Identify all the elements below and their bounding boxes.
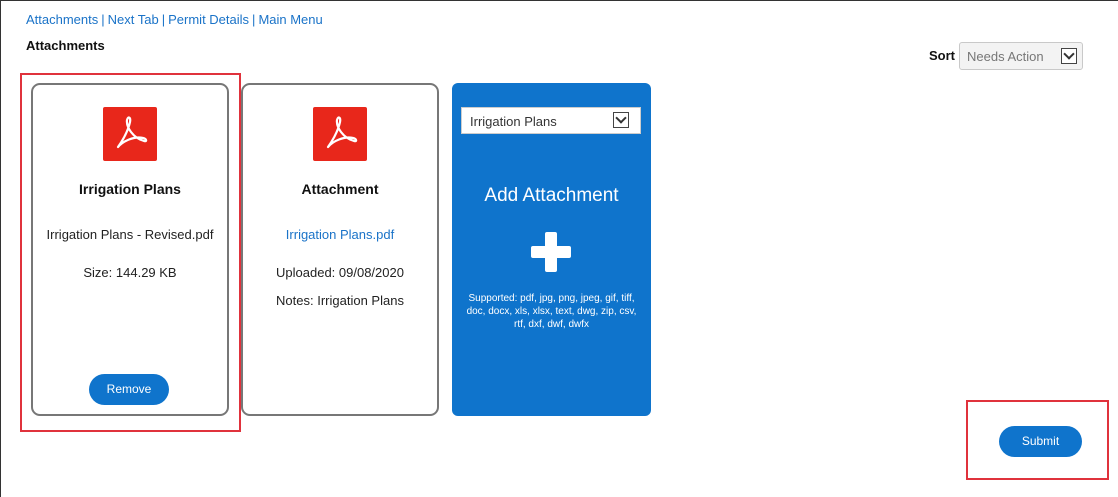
attachment-card: Attachment Irrigation Plans.pdf Uploaded… [241, 83, 439, 416]
sort-select[interactable]: Needs Action [959, 42, 1083, 70]
attachment-type-value: Irrigation Plans [470, 114, 557, 129]
page-title: Attachments [26, 38, 105, 53]
nav-link-attachments[interactable]: Attachments [26, 12, 98, 27]
nav-separator: | [161, 12, 166, 27]
breadcrumb: Attachments | Next Tab | Permit Details | Main… [26, 12, 323, 27]
attachment-card: Irrigation Plans Irrigation Plans - Revi… [31, 83, 229, 416]
pdf-icon [103, 107, 157, 161]
nav-separator: | [101, 12, 105, 27]
attachment-type-select[interactable]: Irrigation Plans [461, 107, 641, 134]
nav-link-main-menu[interactable]: Main Menu [258, 12, 322, 27]
card-notes: Notes: Irrigation Plans [276, 293, 404, 308]
card-uploaded: Uploaded: 09/08/2020 [276, 265, 404, 280]
page-frame: Attachments | Next Tab | Permit Details | Main… [0, 0, 1118, 497]
supported-formats: Supported: pdf, jpg, png, jpeg, gif, tif… [466, 293, 637, 330]
add-attachment-card[interactable]: Irrigation Plans Add Attachment Supporte… [452, 83, 651, 416]
nav-link-permit-details[interactable]: Permit Details [168, 12, 249, 27]
plus-icon[interactable] [528, 229, 574, 275]
nav-link-next-tab[interactable]: Next Tab [108, 12, 159, 27]
nav-separator: | [252, 12, 256, 27]
submit-button[interactable]: Submit [999, 426, 1082, 457]
card-file-link[interactable]: Irrigation Plans.pdf [243, 227, 437, 242]
chevron-down-icon [613, 112, 629, 128]
card-title: Attachment [301, 181, 379, 197]
pdf-icon [313, 107, 367, 161]
add-attachment-title: Add Attachment [484, 185, 619, 206]
card-filename: Irrigation Plans - Revised.pdf [46, 227, 214, 242]
sort-selected-value: Needs Action [967, 49, 1044, 64]
card-size: Size: 144.29 KB [83, 265, 177, 280]
chevron-down-icon [1061, 48, 1077, 64]
card-title: Irrigation Plans [79, 181, 181, 197]
sort-label: Sort [929, 48, 955, 63]
remove-button[interactable]: Remove [89, 374, 169, 405]
